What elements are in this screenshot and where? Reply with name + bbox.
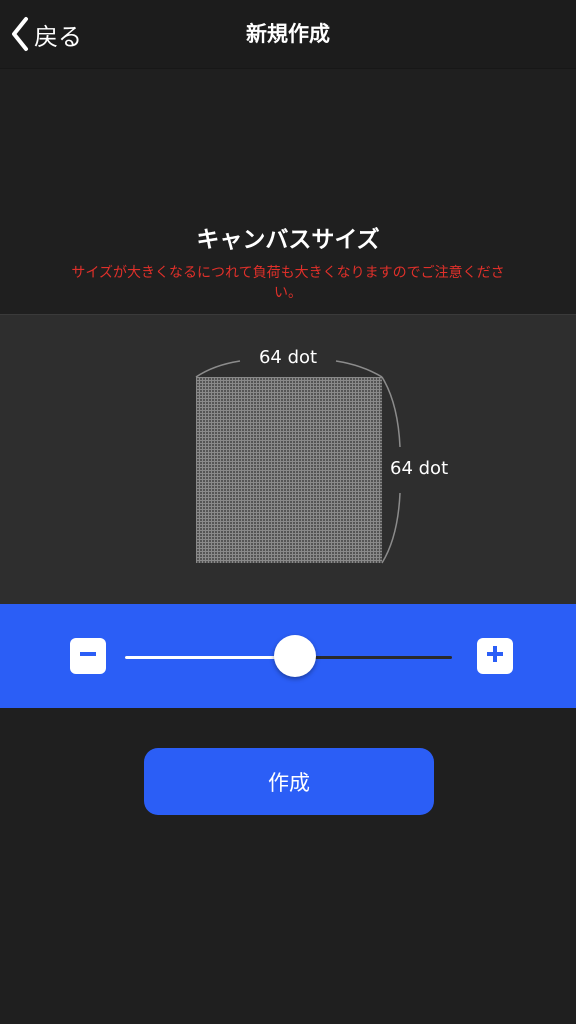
screen: 戻る 新規作成 キャンバスサイズ サイズが大きくなるにつれて負荷も大きくなります…: [0, 0, 576, 1024]
decrease-size-button[interactable]: [70, 638, 106, 674]
size-slider-bar: [0, 604, 576, 708]
page-title: 新規作成: [246, 22, 330, 46]
minus-icon: [78, 644, 98, 668]
canvas-size-title: キャンバスサイズ: [196, 227, 380, 253]
height-dimension-label: 64 dot: [390, 458, 449, 479]
canvas-grid-preview: [196, 377, 382, 563]
canvas-preview-panel: 64 dot 64 dot: [0, 314, 576, 605]
width-dimension-label: 64 dot: [258, 347, 318, 368]
load-warning-text: サイズが大きくなるにつれて負荷も大きくなりますのでご注意ください。: [71, 265, 505, 301]
size-slider-thumb[interactable]: [274, 635, 317, 677]
size-slider-fill: [125, 656, 296, 659]
create-button[interactable]: 作成: [144, 748, 434, 815]
nav-bar: 戻る 新規作成: [0, 0, 576, 69]
increase-size-button[interactable]: [477, 638, 513, 674]
plus-icon: [485, 644, 505, 668]
